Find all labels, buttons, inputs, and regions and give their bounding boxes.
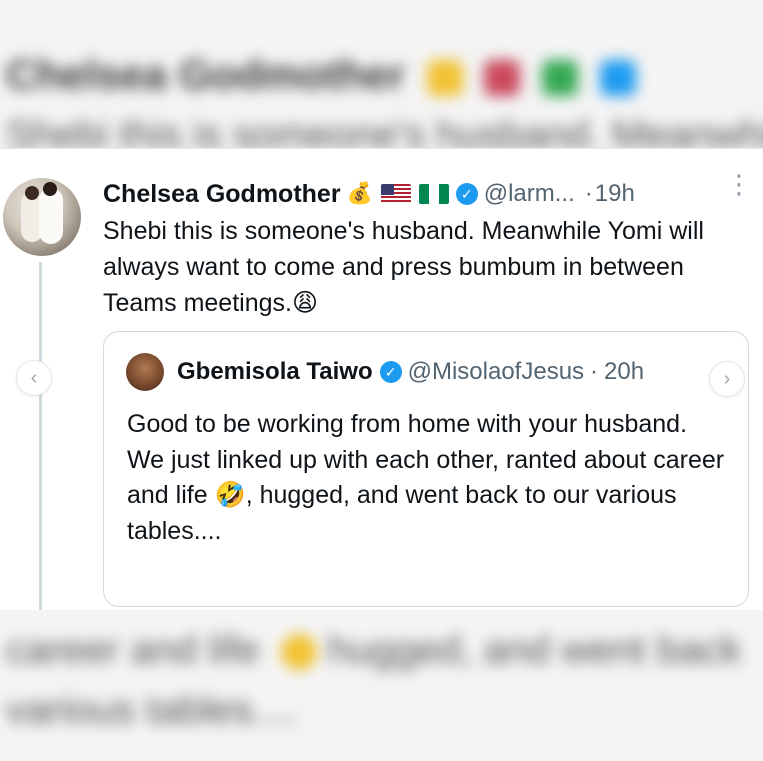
previous-arrow-button[interactable]: ‹ (16, 360, 52, 396)
separator-dot: · (584, 180, 593, 207)
author-handle[interactable]: @larm... (484, 180, 575, 208)
money-bag-icon: 💰 (346, 182, 373, 205)
author-avatar[interactable] (3, 178, 81, 256)
verified-badge-icon: ✓ (455, 183, 478, 205)
thread-connector-line (39, 262, 42, 610)
blurred-tweet-line: career and life hugged, and went back (6, 628, 742, 672)
blurred-tweet-line: Shebi this is someone's husband. Meanwhi… (6, 113, 763, 148)
more-options-icon[interactable]: ⋮ (726, 171, 752, 197)
tweet-timestamp[interactable]: 19h (595, 180, 635, 208)
verified-badge-icon: ✓ (379, 361, 402, 383)
quoted-tweet-card[interactable]: Gbemisola Taiwo ✓ @MisolaofJesus · 20h G… (103, 331, 749, 607)
quoted-tweet-text: Good to be working from home with your h… (127, 410, 725, 545)
quoted-author-handle[interactable]: @MisolaofJesus (408, 358, 584, 386)
quoted-author-avatar[interactable] (126, 353, 164, 391)
author-name[interactable]: Chelsea Godmother (103, 180, 341, 209)
blurred-author-name: Chelsea Godmother (6, 45, 757, 105)
chevron-left-icon: ‹ (30, 366, 38, 389)
quoted-author-name[interactable]: Gbemisola Taiwo (177, 358, 373, 386)
flag-nigeria-icon (418, 184, 449, 204)
blurred-tweet-line: various tables.... (6, 688, 298, 732)
tweet-header: Chelsea Godmother 💰 ✓ @larm... · 19h (103, 176, 635, 212)
quoted-tweet-header: Gbemisola Taiwo ✓ @MisolaofJesus · 20h (177, 354, 644, 390)
tweet-text: Shebi this is someone's husband. Meanwhi… (103, 217, 704, 317)
blurred-background-top: Chelsea Godmother Shebi this is someone'… (0, 0, 763, 148)
separator-dot: · (590, 358, 599, 385)
chevron-right-icon: › (723, 367, 731, 390)
next-arrow-button[interactable]: › (709, 361, 745, 397)
quoted-tweet-timestamp[interactable]: 20h (604, 358, 644, 386)
blurred-background-bottom: career and life hugged, and went back va… (0, 610, 763, 761)
flag-us-icon (380, 184, 411, 204)
